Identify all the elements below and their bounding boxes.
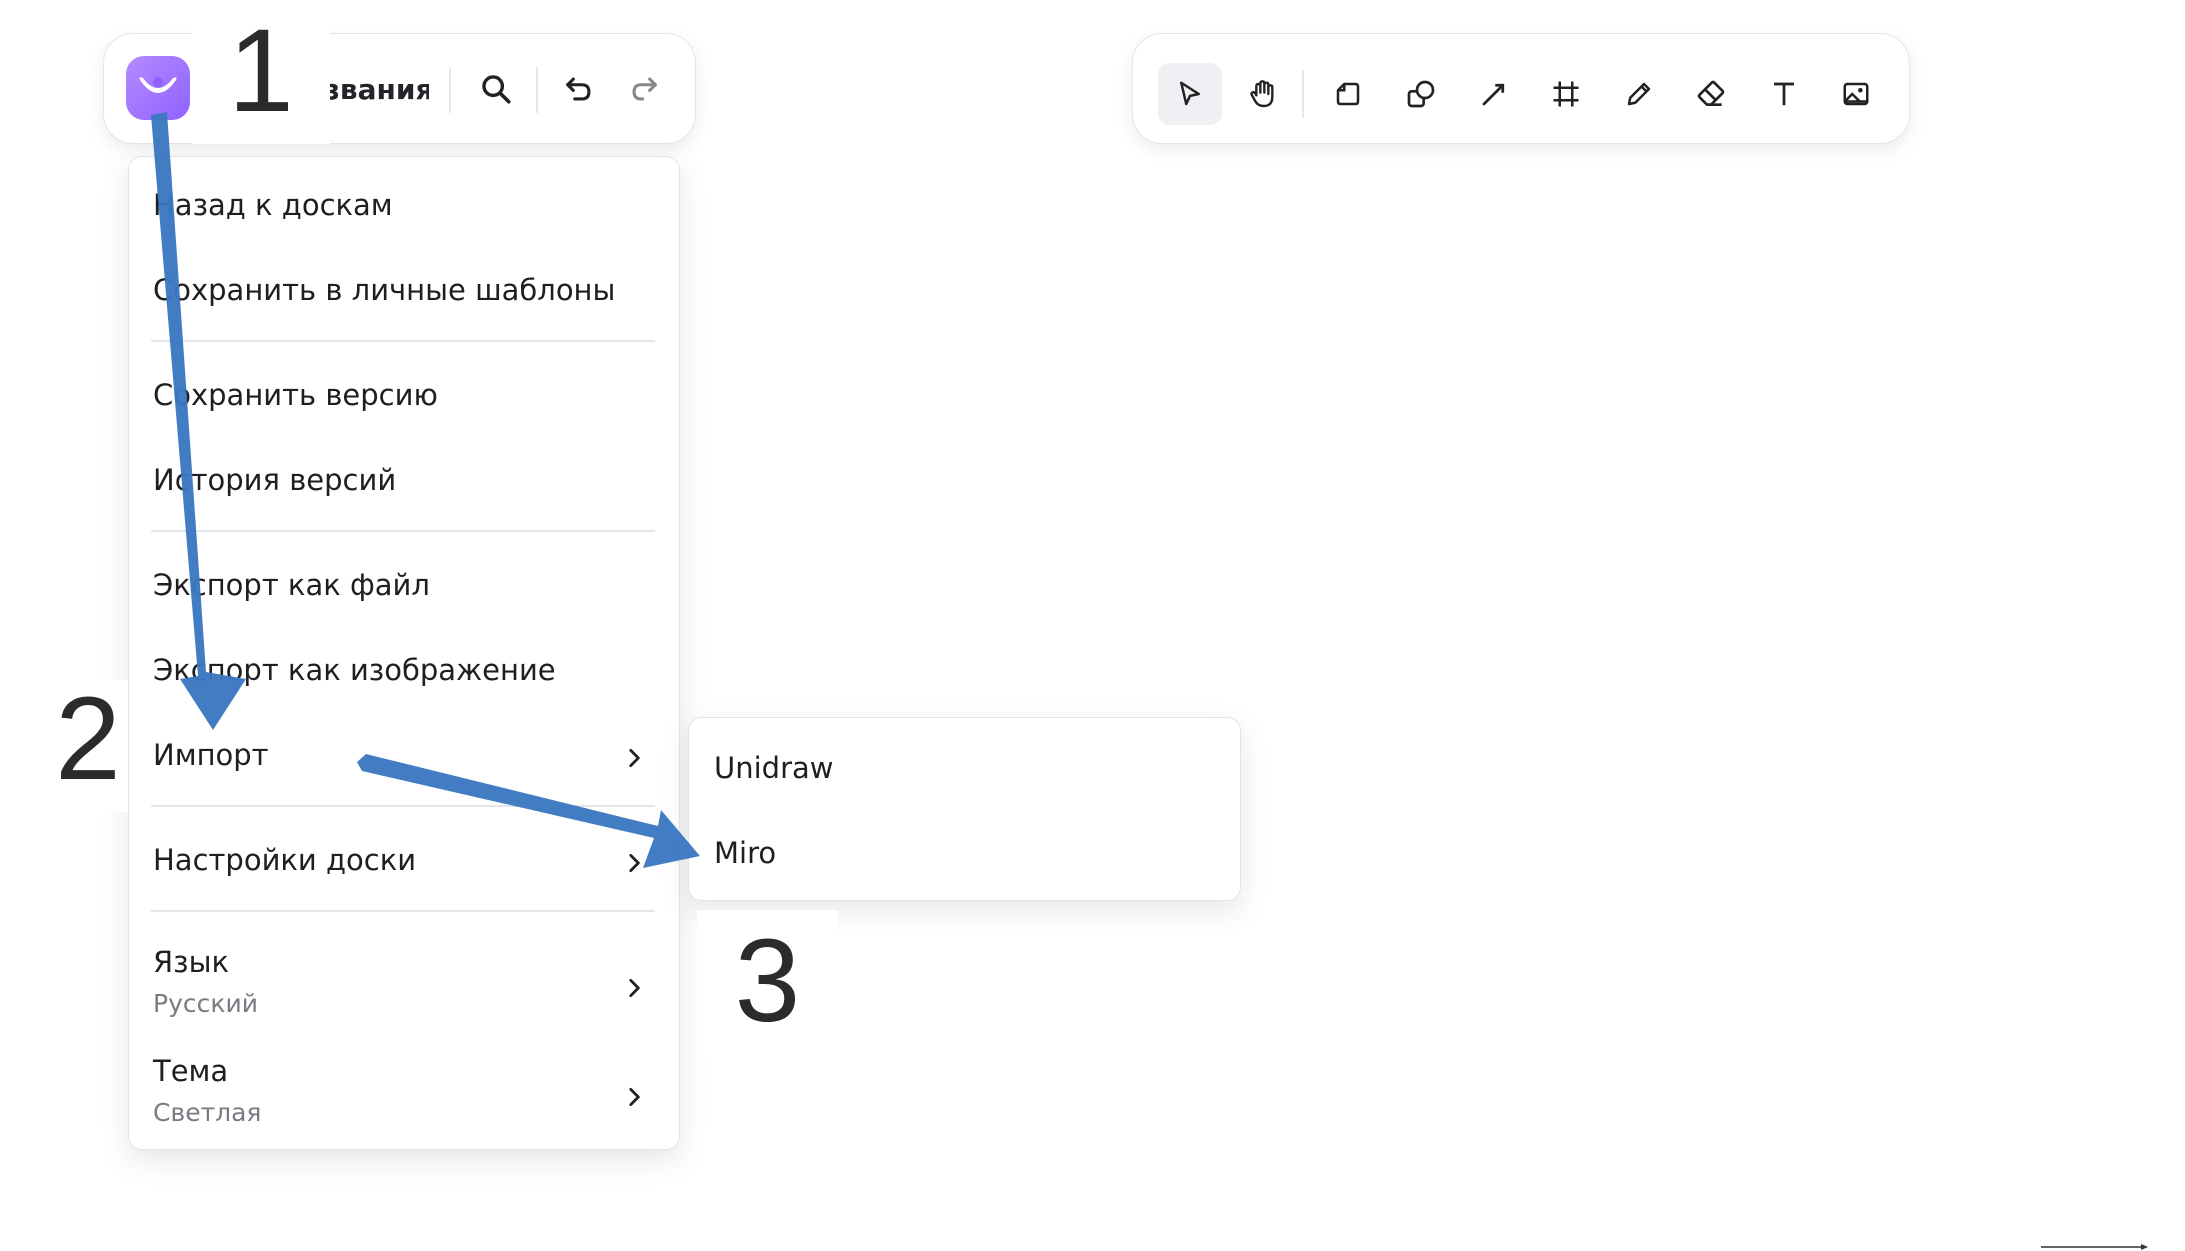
canvas-line (2041, 1244, 2148, 1250)
